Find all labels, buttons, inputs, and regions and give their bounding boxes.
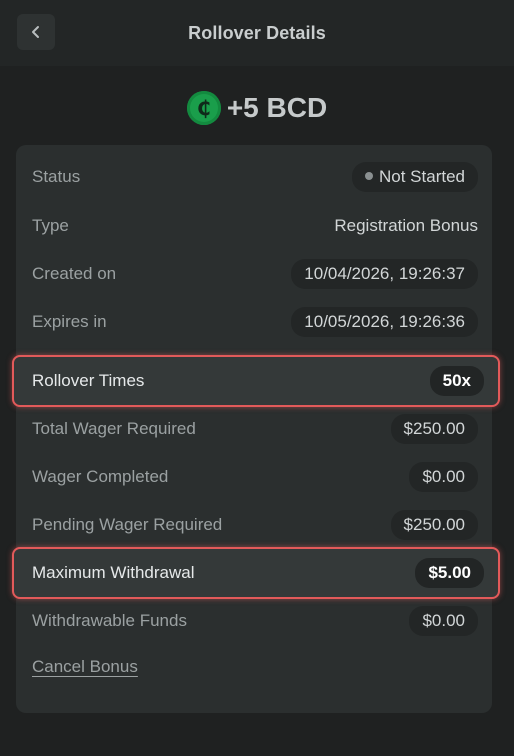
row-status: Status Not Started xyxy=(16,157,492,197)
total-wager-required-label: Total Wager Required xyxy=(32,419,196,438)
bonus-amount: ₵ +5 BCD xyxy=(0,88,514,128)
page-title: Rollover Details xyxy=(188,22,326,43)
row-expires-in: Expires in 10/05/2026, 19:26:36 xyxy=(16,302,492,342)
row-total-wager-required: Total Wager Required $250.00 xyxy=(16,409,492,449)
created-on-value: 10/04/2026, 19:26:37 xyxy=(291,259,478,289)
status-label: Status xyxy=(32,167,81,186)
wager-completed-label: Wager Completed xyxy=(32,467,169,486)
row-rollover-times: Rollover Times 50x xyxy=(12,355,500,407)
cancel-bonus-link[interactable]: Cancel Bonus xyxy=(32,657,138,677)
total-wager-required-value: $250.00 xyxy=(390,414,478,444)
row-maximum-withdrawal: Maximum Withdrawal $5.00 xyxy=(12,547,500,599)
rollover-times-value: 50x xyxy=(429,366,484,396)
header-bar: Rollover Details xyxy=(0,0,514,66)
details-card: Status Not Started Type Registration Bon… xyxy=(12,145,500,713)
expires-in-value: 10/05/2026, 19:26:36 xyxy=(291,307,478,337)
bonus-amount-text: +5 BCD xyxy=(226,92,328,123)
pending-wager-required-value: $250.00 xyxy=(390,510,478,540)
back-button[interactable] xyxy=(17,14,55,50)
withdrawable-funds-value: $0.00 xyxy=(409,606,478,636)
chevron-left-icon xyxy=(32,26,39,38)
row-withdrawable-funds: Withdrawable Funds $0.00 xyxy=(16,601,492,641)
row-created-on: Created on 10/04/2026, 19:26:37 xyxy=(16,254,492,294)
pending-wager-required-label: Pending Wager Required xyxy=(32,515,223,534)
status-badge: Not Started xyxy=(352,162,478,192)
row-pending-wager-required: Pending Wager Required $250.00 xyxy=(16,505,492,545)
status-value: Not Started xyxy=(379,167,465,186)
bcd-coin-icon: ₵ xyxy=(186,91,221,125)
wager-completed-value: $0.00 xyxy=(409,462,478,492)
row-type: Type Registration Bonus xyxy=(16,206,492,246)
created-on-label: Created on xyxy=(32,264,117,283)
status-dot-icon xyxy=(365,171,373,180)
coin-symbol: ₵ xyxy=(196,96,211,120)
type-value: Registration Bonus xyxy=(334,216,478,235)
row-wager-completed: Wager Completed $0.00 xyxy=(16,457,492,497)
maximum-withdrawal-label: Maximum Withdrawal xyxy=(32,563,195,582)
expires-in-label: Expires in xyxy=(32,312,107,331)
rollover-times-label: Rollover Times xyxy=(32,371,145,390)
type-label: Type xyxy=(32,216,69,235)
withdrawable-funds-label: Withdrawable Funds xyxy=(32,611,187,630)
maximum-withdrawal-value: $5.00 xyxy=(415,558,484,588)
